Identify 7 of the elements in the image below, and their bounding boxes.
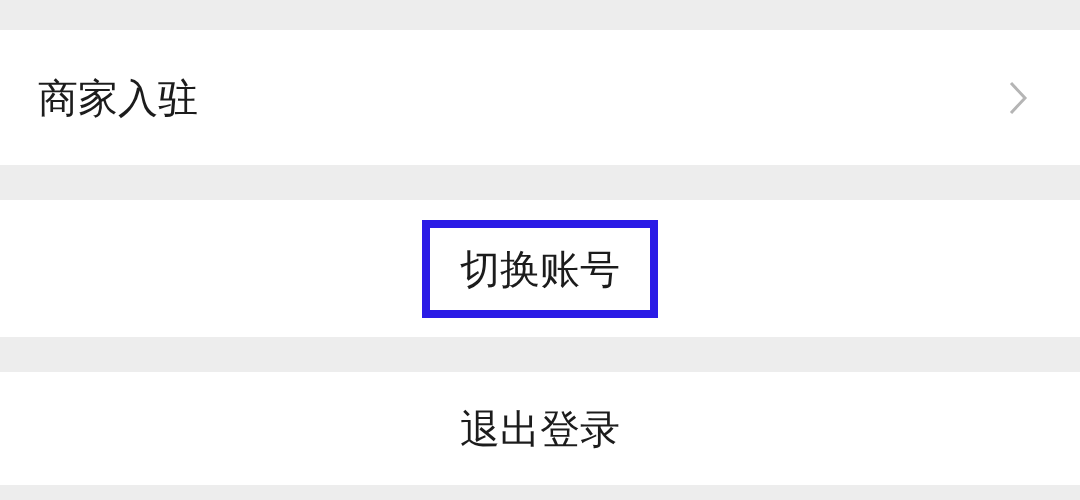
menu-row[interactable]: 切换账号 [0,200,1080,337]
highlighted-label: 切换账号 [422,219,658,318]
chevron-right-icon [1008,80,1028,115]
menu-row[interactable]: 商家入驻 [0,30,1080,165]
menu-label: 退出登录 [460,408,620,449]
menu-label: 商家入驻 [38,77,198,118]
menu-row[interactable]: 退出登录 [0,372,1080,485]
